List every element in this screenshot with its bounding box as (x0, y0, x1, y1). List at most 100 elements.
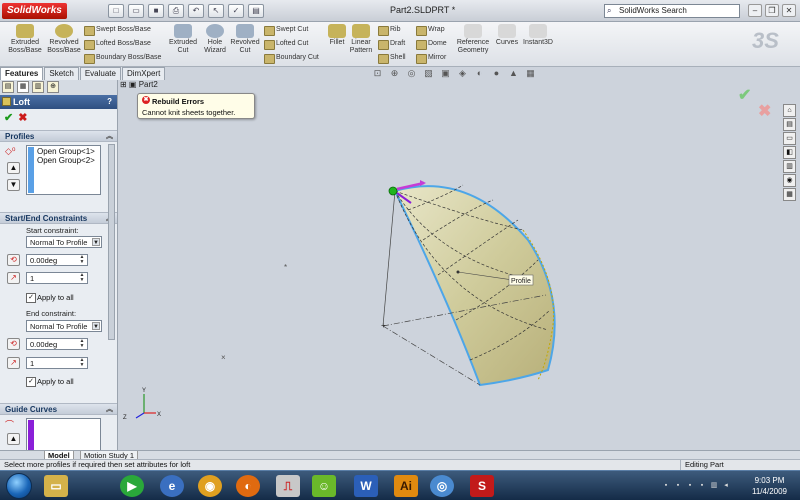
property-manager-icon[interactable]: ▦ (17, 81, 29, 93)
list-item[interactable]: Open Group<2> (37, 156, 98, 165)
close-button[interactable]: ✕ (782, 4, 796, 17)
start-button[interactable] (6, 473, 32, 499)
wrap-button[interactable]: Wrap (416, 25, 445, 36)
reference-geometry-button[interactable]: Reference Geometry (454, 24, 492, 55)
fillet-button[interactable]: Fillet (326, 24, 348, 47)
start-apply-all-checkbox[interactable]: Apply to all (26, 293, 74, 303)
resources-icon[interactable]: ▤ (783, 118, 796, 131)
end-constraint-select[interactable]: Normal To Profile ▼ (26, 320, 102, 332)
confirm-cancel-icon[interactable]: ✖ (758, 101, 771, 121)
start-length-input[interactable]: 1 ▲ ▼ (26, 272, 88, 284)
new-icon[interactable]: □ (108, 4, 124, 18)
help-button[interactable]: ? (107, 95, 112, 109)
profile-tag[interactable]: Profile (508, 274, 534, 286)
profiles-section-header[interactable]: Profiles ︽ (0, 130, 117, 142)
rebuild-icon[interactable]: ✓ (228, 4, 244, 18)
shell-button[interactable]: Shell (378, 53, 406, 64)
media-player-icon[interactable]: ▶ (120, 475, 144, 497)
print-icon[interactable]: ⎙ (168, 4, 184, 18)
word-icon[interactable]: W (354, 475, 378, 497)
search-input[interactable]: ⌕ SolidWorks Search (604, 4, 740, 18)
undo-icon[interactable]: ↶ (188, 4, 204, 18)
network-icon[interactable]: ▥ (710, 482, 718, 490)
zoom-fit-icon[interactable]: ⊡ (372, 68, 383, 79)
clock[interactable]: 9:03 PM 11/4/2009 (752, 475, 787, 497)
ok-button[interactable]: ✔ (4, 112, 13, 124)
browser-icon[interactable]: ◎ (430, 475, 454, 497)
tray-icon[interactable]: ▪ (686, 482, 694, 490)
feature-tree-root[interactable]: ⊞ ▣ Part2 (120, 80, 158, 89)
spinner-icon[interactable]: ▲ ▼ (78, 339, 86, 349)
spinner-icon[interactable]: ▲ ▼ (78, 358, 86, 368)
custom-properties-icon[interactable]: ▦ (783, 188, 796, 201)
boundary-boss-button[interactable]: Boundary Boss/Base (84, 53, 161, 64)
lofted-cut-button[interactable]: Lofted Cut (264, 39, 308, 50)
tab-dimxpert[interactable]: DimXpert (121, 67, 166, 80)
lofted-boss-button[interactable]: Lofted Boss/Base (84, 39, 151, 50)
ie-icon[interactable]: e (160, 475, 184, 497)
extruded-boss-button[interactable]: Extruded Boss/Base (6, 24, 44, 55)
explorer-icon[interactable]: ▭ (44, 475, 68, 497)
profiles-list[interactable]: Open Group<1> Open Group<2> (26, 145, 101, 195)
solidworks-logo[interactable]: SolidWorks (2, 3, 67, 19)
linear-pattern-button[interactable]: Linear Pattern (348, 24, 374, 55)
mirror-button[interactable]: Mirror (416, 53, 446, 64)
tab-sketch[interactable]: Sketch (44, 67, 79, 80)
swept-cut-button[interactable]: Swept Cut (264, 25, 308, 36)
folder-icon[interactable]: ▭ (783, 132, 796, 145)
reverse-direction-button[interactable]: ⟲ (7, 254, 20, 266)
confirm-ok-icon[interactable]: ✔ (738, 85, 751, 105)
previous-view-icon[interactable]: ◎ (406, 68, 417, 79)
swept-boss-button[interactable]: Swept Boss/Base (84, 25, 151, 36)
spinner-icon[interactable]: ▲ ▼ (78, 273, 86, 283)
save-icon[interactable]: ■ (148, 4, 164, 18)
appearance-icon[interactable]: ● (491, 68, 502, 79)
revolved-cut-button[interactable]: Revolved Cut (230, 24, 260, 55)
view-settings-icon[interactable]: ▦ (525, 68, 536, 79)
app-icon[interactable]: ☺ (312, 475, 336, 497)
spinner-icon[interactable]: ▲ ▼ (78, 255, 86, 265)
start-angle-input[interactable]: 0.00deg ▲ ▼ (26, 254, 88, 266)
end-angle-input[interactable]: 0.00deg ▲ ▼ (26, 338, 88, 350)
rib-button[interactable]: Rib (378, 25, 401, 36)
tray-icon[interactable]: ▪ (662, 482, 670, 490)
options-icon[interactable]: ▤ (248, 4, 264, 18)
move-up-button[interactable]: ▲ (7, 162, 20, 174)
view-orientation-icon[interactable]: ▣ (440, 68, 451, 79)
move-down-button[interactable]: ▼ (7, 179, 20, 191)
design-library-icon[interactable]: ◧ (783, 146, 796, 159)
dome-button[interactable]: Dome (416, 39, 447, 50)
section-view-icon[interactable]: ▧ (423, 68, 434, 79)
guide-move-up-button[interactable]: ▲ (7, 433, 20, 445)
hide-show-icon[interactable]: ◐ (474, 68, 485, 79)
tangent-length-icon[interactable]: ↗ (7, 272, 20, 284)
draft-button[interactable]: Draft (378, 39, 405, 50)
appearances-icon[interactable]: ◉ (783, 174, 796, 187)
guide-curves-section-header[interactable]: Guide Curves ︽ (0, 403, 117, 415)
select-icon[interactable]: ↖ (208, 4, 224, 18)
file-explorer-icon[interactable]: ▥ (783, 160, 796, 173)
list-item[interactable]: Open Group<1> (37, 147, 98, 156)
tab-evaluate[interactable]: Evaluate (79, 67, 121, 80)
tray-icon[interactable]: ▪ (698, 482, 706, 490)
zoom-area-icon[interactable]: ⊕ (389, 68, 400, 79)
graphics-viewport[interactable]: + Profile * × Z Y X (118, 80, 782, 450)
end-length-input[interactable]: 1 ▲ ▼ (26, 357, 88, 369)
home-icon[interactable]: ⌂ (783, 104, 796, 117)
volume-icon[interactable]: ◂ (722, 482, 730, 490)
start-end-section-header[interactable]: Start/End Constraints︽ (0, 212, 117, 224)
solidworks-taskbar-icon[interactable]: S (470, 475, 494, 497)
end-tangent-length-icon[interactable]: ↗ (7, 357, 20, 369)
extruded-cut-button[interactable]: Extruded Cut (166, 24, 200, 55)
end-apply-all-checkbox[interactable]: Apply to all (26, 377, 74, 387)
panel-scrollbar[interactable] (108, 144, 115, 340)
open-icon[interactable]: ▭ (128, 4, 144, 18)
pdf-icon[interactable]: ⎍ (276, 475, 300, 497)
dimxpert-manager-icon[interactable]: ⊕ (47, 81, 59, 93)
display-style-icon[interactable]: ◈ (457, 68, 468, 79)
feature-manager-icon[interactable]: ▤ (2, 81, 14, 93)
firefox-icon[interactable]: ◐ (236, 475, 260, 497)
revolved-boss-button[interactable]: Revolved Boss/Base (46, 24, 82, 55)
cancel-button[interactable]: ✖ (18, 112, 27, 124)
instant3d-button[interactable]: Instant3D (522, 24, 554, 47)
